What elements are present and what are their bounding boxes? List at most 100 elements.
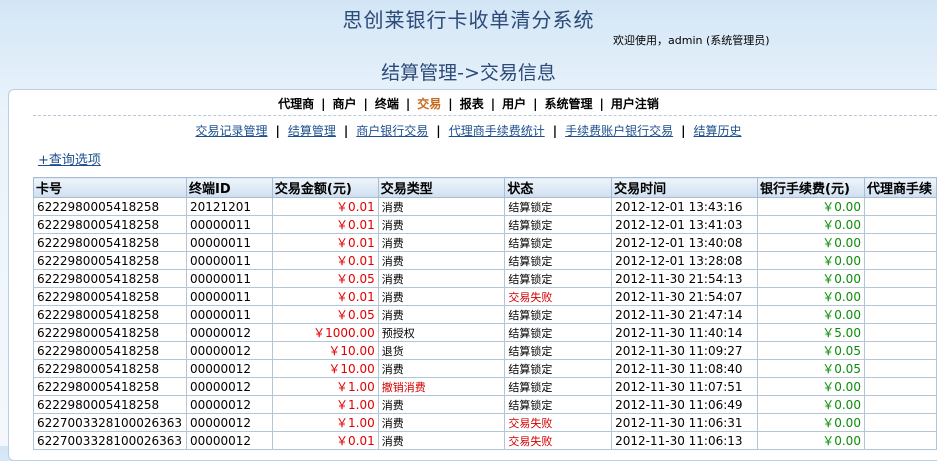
amount-cell: ￥0.01 <box>271 287 379 306</box>
card-number-cell: 6222980005418258 <box>33 305 187 324</box>
nav-separator: | <box>321 97 326 111</box>
table-row[interactable]: 6222980005418258 00000012 ￥10.00 退货 结算锁定 2012… <box>33 341 937 360</box>
table-row[interactable]: 6222980005418258 00000011 ￥0.01 消费 结算锁定 2012-… <box>33 215 937 234</box>
agent-fee-cell <box>863 269 937 288</box>
nav-item-logout[interactable]: 用户注销 <box>611 97 659 111</box>
status-cell: 结算锁定 <box>504 395 613 414</box>
amount-cell: ￥1.00 <box>271 413 379 432</box>
subnav-separator: | <box>681 124 686 138</box>
type-cell: 消费 <box>377 215 506 234</box>
terminal-id-cell: 00000011 <box>185 305 273 324</box>
bank-fee-cell: ￥0.00 <box>757 431 865 450</box>
nav-item-report[interactable]: 报表 <box>460 97 484 111</box>
table-row[interactable]: 6222980005418258 00000012 ￥1.00 撤销消费 结算锁定 201… <box>33 377 937 396</box>
column-header-card-number[interactable]: 卡号 <box>33 177 187 198</box>
type-cell: 消费 <box>377 233 506 252</box>
card-number-cell: 6222980005418258 <box>33 359 187 378</box>
column-header-bank-fee[interactable]: 银行手续费(元) <box>757 177 865 198</box>
terminal-id-cell: 00000012 <box>185 431 273 450</box>
sub-nav: 交易记录管理 | 结算管理 | 商户银行交易 | 代理商手续费统计 | 手续费账户银行交易 | 结算… <box>0 122 937 139</box>
column-header-amount[interactable]: 交易金额(元) <box>271 177 379 198</box>
time-cell: 2012-11-30 11:40:14 <box>611 323 759 342</box>
table-row[interactable]: 6222980005418258 00000011 ￥0.01 消费 结算锁定 2012-… <box>33 251 937 270</box>
subnav-agent-fee-stats[interactable]: 代理商手续费统计 <box>449 124 545 138</box>
time-cell: 2012-12-01 13:41:03 <box>611 215 759 234</box>
table-row[interactable]: 6227003328100026363 00000012 ￥0.01 消费 交易失败 20… <box>33 431 937 450</box>
terminal-id-cell: 00000011 <box>185 233 273 252</box>
terminal-id-cell: 20121201 <box>185 197 273 216</box>
card-number-cell: 6227003328100026363 <box>33 413 187 432</box>
amount-cell: ￥1.00 <box>271 377 379 396</box>
column-header-terminal-id[interactable]: 终端ID <box>185 177 273 198</box>
table-row[interactable]: 6222980005418258 00000011 ￥0.01 消费 交易失败 2012-… <box>33 287 937 306</box>
type-cell: 消费 <box>377 197 506 216</box>
table-row[interactable]: 6222980005418258 00000011 ￥0.05 消费 结算锁定 2012-… <box>33 269 937 288</box>
terminal-id-cell: 00000012 <box>185 323 273 342</box>
agent-fee-cell <box>863 341 937 360</box>
time-cell: 2012-11-30 21:54:13 <box>611 269 759 288</box>
column-header-type[interactable]: 交易类型 <box>377 177 506 198</box>
nav-item-merchant[interactable]: 商户 <box>332 97 356 111</box>
status-cell: 结算锁定 <box>504 233 613 252</box>
table-row[interactable]: 6222980005418258 00000012 ￥1000.00 预授权 结算锁定 2… <box>33 323 937 342</box>
bank-fee-cell: ￥0.00 <box>757 377 865 396</box>
card-number-cell: 6222980005418258 <box>33 197 187 216</box>
type-cell: 消费 <box>377 359 506 378</box>
time-cell: 2012-11-30 11:06:13 <box>611 431 759 450</box>
amount-cell: ￥0.01 <box>271 431 379 450</box>
card-number-cell: 6222980005418258 <box>33 215 187 234</box>
terminal-id-cell: 00000011 <box>185 269 273 288</box>
bank-fee-cell: ￥0.00 <box>757 287 865 306</box>
type-cell: 消费 <box>377 413 506 432</box>
type-cell: 消费 <box>377 251 506 270</box>
table-row[interactable]: 6222980005418258 00000012 ￥1.00 消费 结算锁定 2012-… <box>33 395 937 414</box>
amount-cell: ￥1.00 <box>271 395 379 414</box>
nav-separator: | <box>405 97 411 111</box>
transaction-table: 卡号 终端ID 交易金额(元) 交易类型 状态 交易时间 银行手续费(元) 代理… <box>33 177 937 450</box>
type-cell: 消费 <box>377 287 506 306</box>
table-row[interactable]: 6222980005418258 00000012 ￥10.00 消费 结算锁定 2012… <box>33 359 937 378</box>
subnav-merchant-bank[interactable]: 商户银行交易 <box>356 124 428 138</box>
column-header-status[interactable]: 状态 <box>504 177 613 198</box>
status-cell: 结算锁定 <box>504 305 613 324</box>
bank-fee-cell: ￥0.05 <box>757 359 865 378</box>
nav-separator: | <box>363 97 368 111</box>
amount-cell: ￥0.05 <box>271 269 379 288</box>
column-header-agent-fee[interactable]: 代理商手续 <box>863 177 937 198</box>
nav-item-terminal[interactable]: 终端 <box>375 97 399 111</box>
query-options-toggle[interactable]: +查询选项 <box>38 149 101 168</box>
status-cell: 结算锁定 <box>504 341 613 360</box>
subnav-fee-account-bank[interactable]: 手续费账户银行交易 <box>565 124 673 138</box>
status-cell: 结算锁定 <box>504 269 613 288</box>
subnav-settlement-history[interactable]: 结算历史 <box>694 124 742 138</box>
type-cell: 消费 <box>377 431 506 450</box>
nav-item-transaction[interactable]: 交易 <box>417 97 441 111</box>
page-title: 结算管理->交易信息 <box>381 62 556 84</box>
table-row[interactable]: 6222980005418258 00000011 ￥0.05 消费 结算锁定 2012-… <box>33 305 937 324</box>
time-cell: 2012-11-30 11:08:40 <box>611 359 759 378</box>
subnav-settlement[interactable]: 结算管理 <box>288 124 336 138</box>
amount-cell: ￥0.01 <box>271 233 379 252</box>
status-cell: 结算锁定 <box>504 251 613 270</box>
terminal-id-cell: 00000012 <box>185 359 273 378</box>
terminal-id-cell: 00000011 <box>185 251 273 270</box>
bank-fee-cell: ￥0.00 <box>757 233 865 252</box>
terminal-id-cell: 00000011 <box>185 287 273 306</box>
subnav-transaction-records[interactable]: 交易记录管理 <box>195 124 267 138</box>
nav-item-user[interactable]: 用户 <box>502 97 526 111</box>
time-cell: 2012-12-01 13:28:08 <box>611 251 759 270</box>
table-row[interactable]: 6222980005418258 20121201 ￥0.01 消费 结算锁定 2012-… <box>33 197 937 216</box>
card-number-cell: 6227003328100026363 <box>33 431 187 450</box>
type-cell: 撤销消费 <box>377 377 506 396</box>
nav-item-system[interactable]: 系统管理 <box>545 97 593 111</box>
amount-cell: ￥10.00 <box>271 359 379 378</box>
column-header-time[interactable]: 交易时间 <box>611 177 759 198</box>
agent-fee-cell <box>863 251 937 270</box>
amount-cell: ￥10.00 <box>271 341 379 360</box>
status-cell: 交易失败 <box>504 287 613 306</box>
nav-item-agent[interactable]: 代理商 <box>278 97 314 111</box>
table-row[interactable]: 6227003328100026363 00000012 ￥1.00 消费 交易失败 20… <box>33 413 937 432</box>
type-cell: 消费 <box>377 395 506 414</box>
type-cell: 退货 <box>377 341 506 360</box>
table-row[interactable]: 6222980005418258 00000011 ￥0.01 消费 结算锁定 2012-… <box>33 233 937 252</box>
